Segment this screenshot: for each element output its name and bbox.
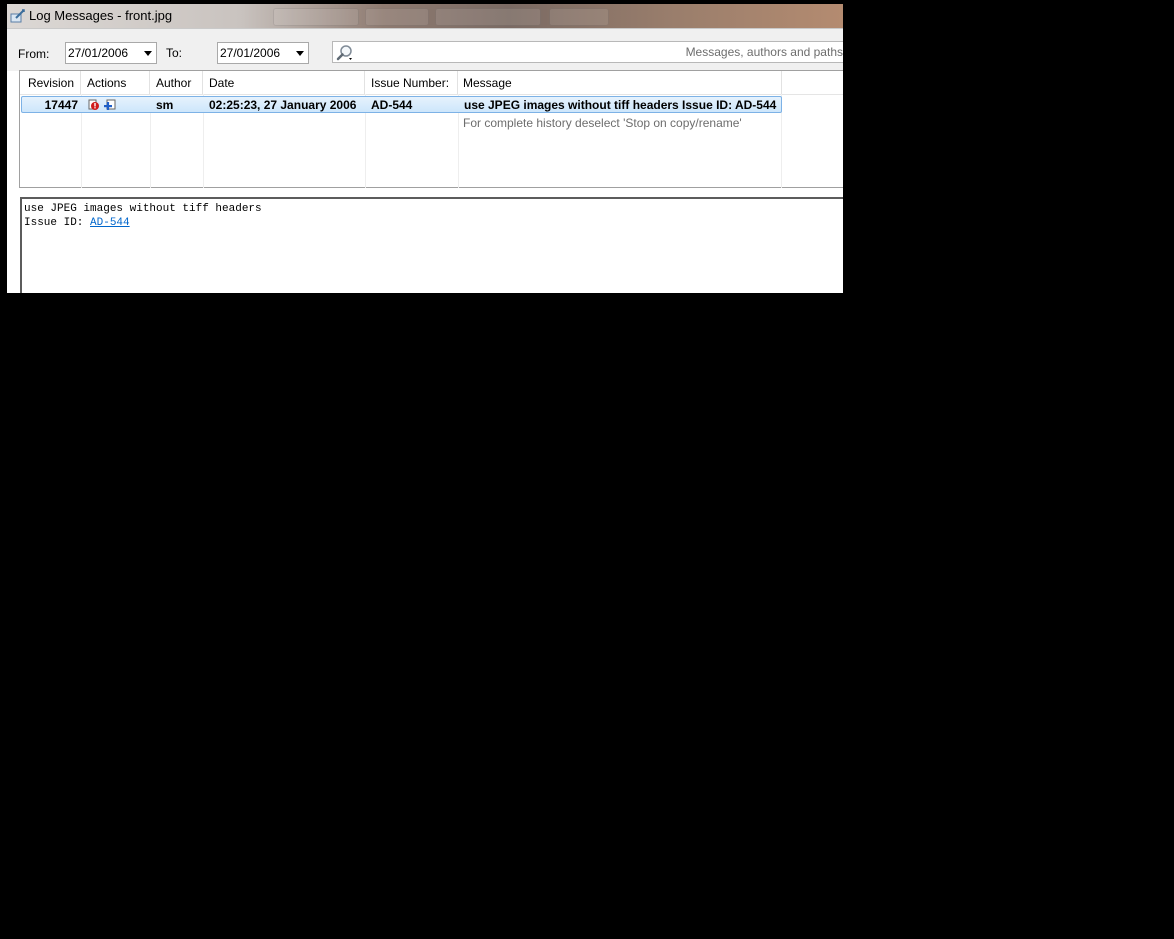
- revision-cell: 17447: [44, 98, 78, 112]
- column-header-date[interactable]: Date: [203, 71, 365, 94]
- column-header-message[interactable]: Message: [458, 71, 782, 94]
- added-icon: [104, 99, 116, 110]
- filter-toolbar: From: 27/01/2006 To: 27/01/2006: [7, 28, 843, 71]
- search-input[interactable]: [357, 43, 843, 61]
- dropdown-arrow-icon[interactable]: [296, 51, 304, 56]
- window-title: Log Messages - front.jpg: [29, 8, 173, 23]
- issue-link[interactable]: AD-544: [90, 217, 130, 229]
- taskbar-ghost-button: [365, 8, 429, 26]
- to-label: To:: [166, 46, 183, 60]
- date-cell: 02:25:23, 27 January 2006: [209, 98, 357, 112]
- modified-icon: [88, 99, 99, 110]
- detail-issue-line: Issue ID: AD-544: [24, 216, 843, 230]
- from-date-picker[interactable]: 27/01/2006: [65, 42, 157, 64]
- taskbar-ghost-button: [273, 8, 359, 26]
- from-date-value: 27/01/2006: [68, 46, 129, 60]
- detail-message-line: use JPEG images without tiff headers: [24, 203, 262, 215]
- column-header-issue-number[interactable]: Issue Number:: [365, 71, 458, 94]
- title-bar[interactable]: Log Messages - front.jpg: [7, 4, 843, 28]
- revision-list[interactable]: Revision Actions Author Date Issue Numbe…: [19, 70, 843, 188]
- dropdown-arrow-icon[interactable]: [144, 51, 152, 56]
- search-box[interactable]: [332, 41, 843, 63]
- tortoise-log-icon: [10, 9, 25, 23]
- detail-issue-label: Issue ID:: [24, 217, 91, 229]
- message-detail-pane[interactable]: use JPEG images without tiff headers Iss…: [20, 197, 843, 293]
- column-header-author[interactable]: Author: [150, 71, 203, 94]
- author-cell: sm: [156, 98, 174, 112]
- taskbar-ghost-button: [435, 8, 541, 26]
- message-cell: use JPEG images without tiff headers Iss…: [464, 98, 777, 112]
- log-messages-window: Log Messages - front.jpg From: 27/01/200…: [7, 4, 843, 293]
- column-header-revision[interactable]: Revision: [20, 71, 81, 94]
- from-label: From:: [18, 47, 50, 61]
- table-row[interactable]: 17447 sm 02:25:23, 27 January 2006 AD-54…: [21, 96, 782, 113]
- to-date-picker[interactable]: 27/01/2006: [217, 42, 309, 64]
- taskbar-ghost-button: [549, 8, 609, 26]
- to-date-value: 27/01/2006: [220, 46, 281, 60]
- column-header-actions[interactable]: Actions: [81, 71, 150, 94]
- search-icon[interactable]: [336, 44, 354, 62]
- issue-number-cell: AD-544: [371, 98, 413, 112]
- history-hint: For complete history deselect 'Stop on c…: [463, 116, 742, 130]
- header-divider: [20, 94, 843, 95]
